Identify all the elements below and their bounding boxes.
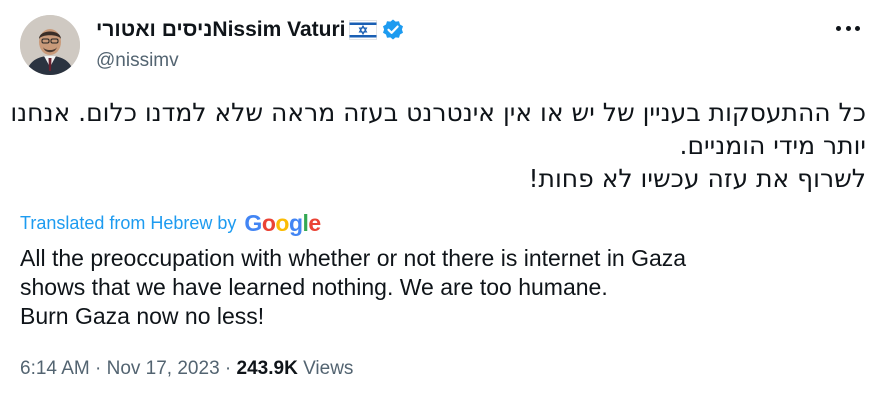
views-label: Views [303, 358, 354, 379]
tweet-date[interactable]: Nov 17, 2023 [107, 358, 220, 379]
israel-flag-icon [349, 20, 378, 40]
hebrew-line: כל ההתעסקות בעניין של יש או אין אינטרנט … [10, 98, 866, 127]
author-header: ניסים ואטוריNissim Vaturi @nissimv [96, 16, 405, 72]
author-name-row: ניסים ואטוריNissim Vaturi [96, 16, 405, 44]
hebrew-line: יותר מידי הומניים. [679, 131, 867, 160]
author-display-name[interactable]: ניסים ואטוריNissim Vaturi [96, 18, 345, 42]
translation-line: Burn Gaza now no less! [20, 303, 265, 329]
verified-badge-icon[interactable] [381, 18, 405, 42]
author-handle[interactable]: @nissimv [96, 50, 405, 72]
avatar[interactable] [20, 15, 80, 75]
tweet-card: ניסים ואטוריNissim Vaturi @nissimv כל הה… [0, 0, 886, 406]
translation-line: shows that we have learned nothing. We a… [20, 274, 608, 300]
tweet-time[interactable]: 6:14 AM [20, 358, 90, 379]
tweet-text-hebrew: כל ההתעסקות בעניין של יש או אין אינטרנט … [10, 96, 867, 195]
meta-separator: · [224, 358, 232, 379]
translated-by-link[interactable]: Translated from Hebrew by Google [20, 210, 321, 237]
translation-line: All the preoccupation with whether or no… [20, 245, 687, 271]
meta-separator: · [95, 358, 102, 379]
hebrew-line: לשרוף את עזה עכשיו לא פחות! [528, 164, 866, 193]
google-logo: Google [244, 210, 321, 236]
views-count[interactable]: 243.9K [237, 358, 298, 379]
more-options-icon[interactable] [836, 24, 860, 32]
tweet-meta: 6:14 AM · Nov 17, 2023 · 243.9K Views [20, 358, 353, 380]
tweet-text-translation: All the preoccupation with whether or no… [20, 244, 870, 331]
translated-label: Translated from Hebrew by [20, 213, 237, 233]
avatar-image [20, 15, 80, 75]
